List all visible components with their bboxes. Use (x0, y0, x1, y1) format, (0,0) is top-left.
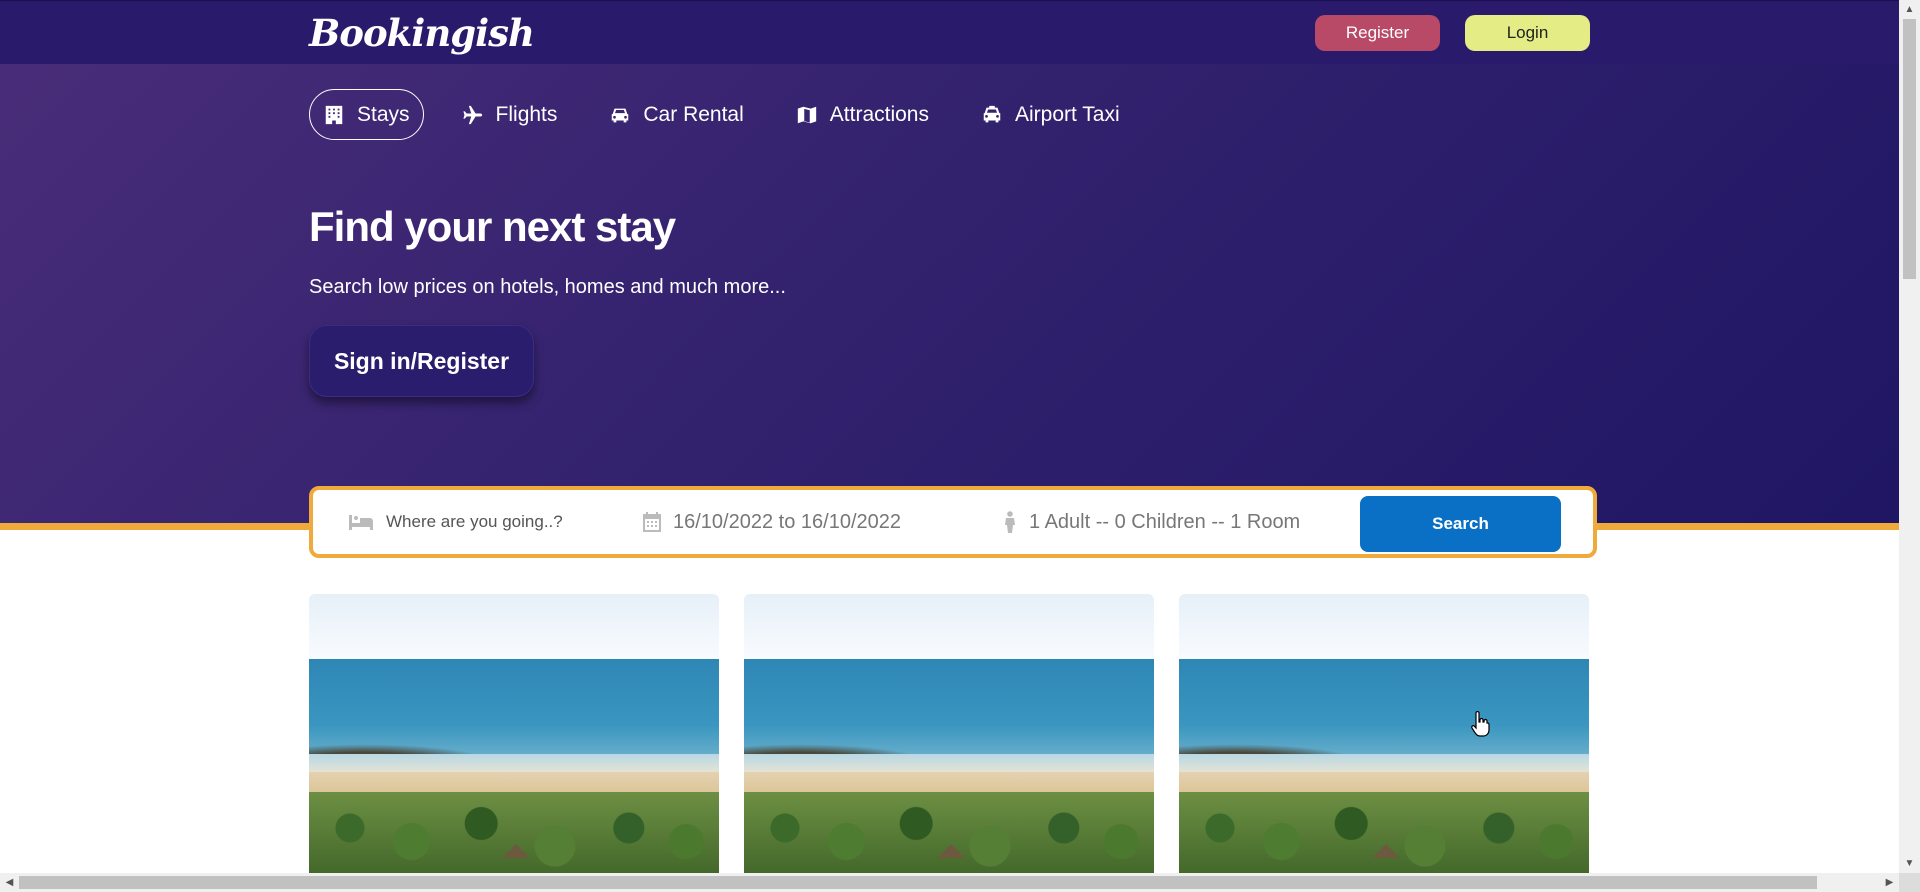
horizontal-scroll-thumb[interactable] (19, 876, 1817, 889)
nav-item-label: Car Rental (643, 102, 744, 126)
nav-item-attractions[interactable]: Attractions (782, 89, 943, 140)
scroll-down-arrow-icon[interactable]: ▼ (1899, 854, 1920, 873)
nav-item-label: Airport Taxi (1015, 102, 1120, 126)
nav-item-label: Attractions (829, 102, 929, 126)
page-subtitle: Search low prices on hotels, homes and m… (309, 276, 786, 298)
destination-input[interactable]: Where are you going..? (386, 512, 563, 532)
nav-item-stays[interactable]: Stays (309, 89, 424, 140)
page-title: Find your next stay (309, 203, 676, 250)
vertical-scrollbar[interactable]: ▲ ▼ (1899, 0, 1920, 873)
login-button[interactable]: Login (1465, 15, 1590, 51)
taxi-icon (983, 105, 1001, 122)
plane-icon (462, 105, 482, 124)
search-bar: Where are you going..? 16/10/2022 to 16/… (309, 486, 1597, 558)
date-range-field[interactable]: 16/10/2022 to 16/10/2022 (643, 490, 901, 554)
category-nav: Stays Flights Car Rental Attractions Air… (309, 89, 1158, 140)
property-card[interactable] (1179, 594, 1589, 873)
calendar-icon (643, 512, 661, 532)
map-icon (797, 106, 816, 123)
vertical-scroll-thumb[interactable] (1903, 19, 1916, 279)
date-range-value: 16/10/2022 to 16/10/2022 (673, 510, 901, 533)
logo[interactable]: Bookingish (309, 11, 535, 55)
sign-in-register-button[interactable]: Sign in/Register (309, 325, 534, 397)
destination-field[interactable]: Where are you going..? (348, 490, 563, 554)
search-button[interactable]: Search (1360, 496, 1561, 552)
top-bar: Bookingish Register Login (0, 0, 1899, 64)
scrollbar-corner (1899, 873, 1920, 892)
scroll-left-arrow-icon[interactable]: ◀ (0, 873, 19, 892)
register-button[interactable]: Register (1315, 15, 1440, 51)
guests-value: 1 Adult -- 0 Children -- 1 Room (1029, 510, 1301, 533)
scroll-right-arrow-icon[interactable]: ▶ (1880, 873, 1899, 892)
scroll-up-arrow-icon[interactable]: ▲ (1899, 0, 1920, 19)
property-card[interactable] (744, 594, 1154, 873)
car-icon (612, 108, 629, 122)
nav-item-label: Stays (357, 102, 410, 126)
nav-item-label: Flights (495, 102, 558, 126)
hero-section (0, 0, 1899, 523)
horizontal-scrollbar[interactable]: ◀ ▶ (0, 873, 1899, 892)
bed-icon (349, 515, 373, 530)
guests-field[interactable]: 1 Adult -- 0 Children -- 1 Room (1003, 490, 1300, 554)
person-icon (1005, 511, 1015, 533)
nav-item-airport-taxi[interactable]: Airport Taxi (967, 89, 1134, 140)
nav-item-flights[interactable]: Flights (448, 89, 572, 140)
property-card[interactable] (309, 594, 719, 873)
nav-item-car-rental[interactable]: Car Rental (595, 89, 757, 140)
hand-cursor-icon (1471, 711, 1490, 737)
building-icon (325, 105, 343, 124)
page-viewport: Bookingish Register Login Stays Flights … (0, 0, 1899, 873)
